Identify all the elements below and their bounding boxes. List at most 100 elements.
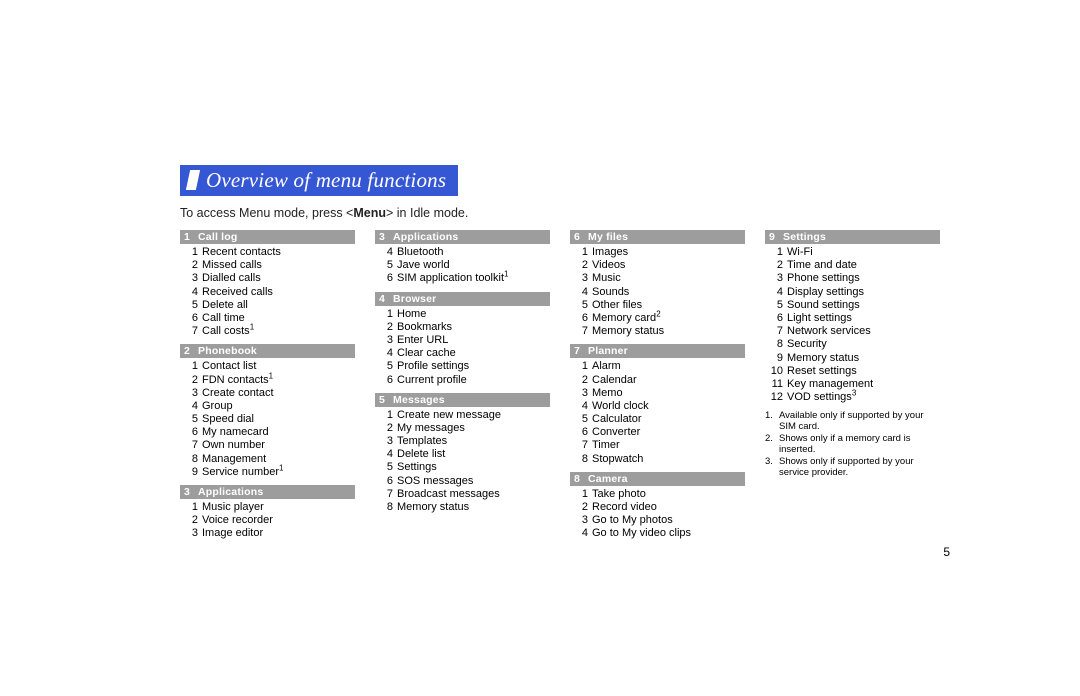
item-label: Music [592,272,745,285]
section-number: 8 [574,473,588,485]
menu-column: 3Applications4Bluetooth5Jave world6SIM a… [375,226,550,547]
menu-item: 4Go to My video clips [570,527,745,540]
intro-prefix: To access Menu mode, press < [180,206,353,220]
section-header: 7Planner [570,344,745,358]
item-label: Timer [592,439,745,452]
item-label: Create new message [397,409,550,422]
menu-item: 4Bluetooth [375,246,550,259]
footnote: 2.Shows only if a memory card is inserte… [765,433,940,455]
item-number: 5 [180,413,202,426]
menu-item-list: 1Home2Bookmarks3Enter URL4Clear cache5Pr… [375,308,550,387]
menu-item-list: 1Wi-Fi2Time and date3Phone settings4Disp… [765,246,940,404]
item-label: Display settings [787,286,940,299]
manual-page: Overview of menu functions To access Men… [180,165,940,547]
item-number: 8 [570,453,592,466]
item-number: 5 [375,360,397,373]
menu-item: 2Videos [570,259,745,272]
menu-item: 3Enter URL [375,334,550,347]
item-label: Reset settings [787,365,940,378]
section-header: 1Call log [180,230,355,244]
item-label: Call costs1 [202,325,355,338]
menu-item: 1Home [375,308,550,321]
menu-item: 2Voice recorder [180,514,355,527]
item-number: 3 [570,514,592,527]
title-decoration-icon [186,170,200,190]
section-title: Browser [393,293,436,305]
item-number: 1 [180,360,202,373]
item-label: Music player [202,501,355,514]
menu-item: 4Clear cache [375,347,550,360]
item-number: 1 [180,501,202,514]
menu-item: 6SIM application toolkit1 [375,272,550,285]
footnote-number: 3. [765,456,779,478]
item-label: Memory card2 [592,312,745,325]
item-number: 5 [375,259,397,272]
item-number: 4 [570,286,592,299]
item-label: Time and date [787,259,940,272]
item-number: 6 [375,272,397,285]
item-label: Image editor [202,527,355,540]
item-label: Light settings [787,312,940,325]
item-number: 9 [765,352,787,365]
footnote-text: Available only if supported by your SIM … [779,410,940,432]
menu-item: 6My namecard [180,426,355,439]
menu-item: 3Templates [375,435,550,448]
item-label: Received calls [202,286,355,299]
menu-item: 8Memory status [375,501,550,514]
item-label: Images [592,246,745,259]
page-number: 5 [943,545,950,559]
menu-item-list: 1Music player2Voice recorder3Image edito… [180,501,355,541]
menu-item: 3Dialled calls [180,272,355,285]
section-header: 9Settings [765,230,940,244]
item-number: 4 [375,246,397,259]
menu-item: 7Memory status [570,325,745,338]
footnote-text: Shows only if a memory card is inserted. [779,433,940,455]
item-number: 2 [180,514,202,527]
section-number: 3 [184,486,198,498]
menu-item: 4Display settings [765,286,940,299]
item-number: 11 [765,378,787,391]
item-number: 2 [765,259,787,272]
menu-item: 4Received calls [180,286,355,299]
menu-item: 5Calculator [570,413,745,426]
footnotes: 1.Available only if supported by your SI… [765,410,940,478]
menu-item-list: 1Take photo2Record video3Go to My photos… [570,488,745,541]
menu-item: 10Reset settings [765,365,940,378]
menu-item: 4Sounds [570,286,745,299]
item-label: VOD settings3 [787,391,940,404]
menu-item: 1Wi-Fi [765,246,940,259]
item-number: 5 [765,299,787,312]
item-label: SOS messages [397,475,550,488]
item-label: Alarm [592,360,745,373]
item-label: Delete list [397,448,550,461]
item-number: 7 [570,325,592,338]
item-label: Voice recorder [202,514,355,527]
menu-item-list: 1Images2Videos3Music4Sounds5Other files6… [570,246,745,338]
item-label: SIM application toolkit1 [397,272,550,285]
item-label: Memo [592,387,745,400]
item-number: 6 [570,312,592,325]
item-label: Security [787,338,940,351]
item-number: 7 [180,325,202,338]
item-label: Calendar [592,374,745,387]
item-label: Clear cache [397,347,550,360]
menu-item: 1Take photo [570,488,745,501]
item-label: Broadcast messages [397,488,550,501]
section-header: 4Browser [375,292,550,306]
menu-item: 8Stopwatch [570,453,745,466]
menu-item: 5Delete all [180,299,355,312]
menu-item: 3Image editor [180,527,355,540]
item-number: 1 [375,409,397,422]
item-label: Dialled calls [202,272,355,285]
section-number: 9 [769,231,783,243]
menu-item-list: 1Contact list2FDN contacts13Create conta… [180,360,355,479]
section-title: Applications [393,231,458,243]
section-number: 4 [379,293,393,305]
section-header: 8Camera [570,472,745,486]
item-label: Missed calls [202,259,355,272]
menu-item: 6Converter [570,426,745,439]
menu-item: 1Contact list [180,360,355,373]
item-number: 3 [570,387,592,400]
item-label: Bookmarks [397,321,550,334]
item-number: 2 [570,259,592,272]
